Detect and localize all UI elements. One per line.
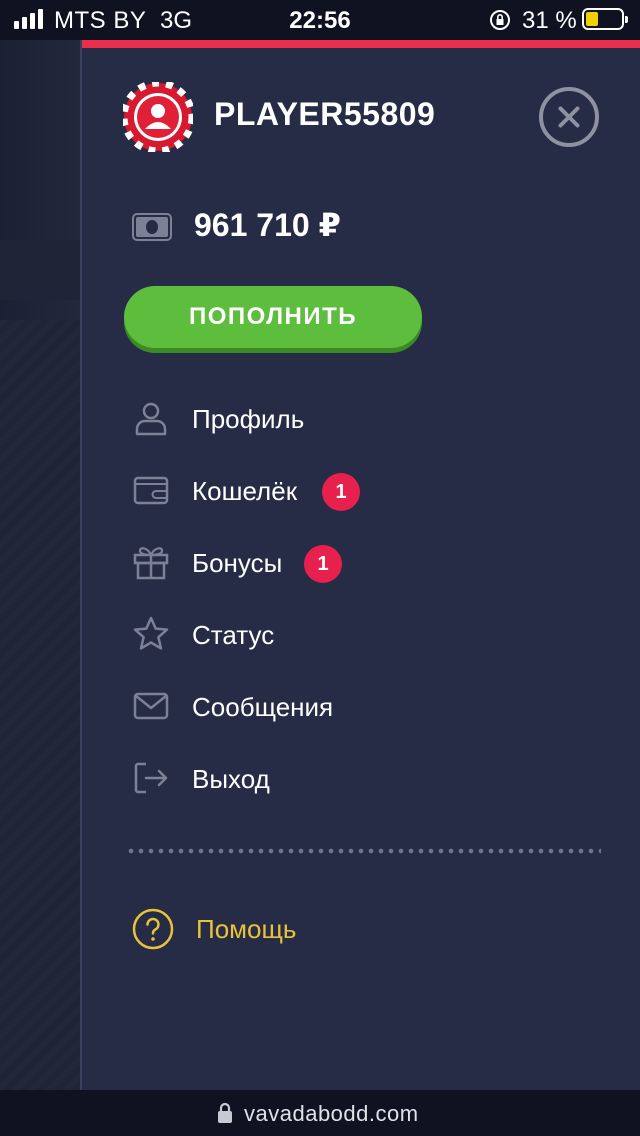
menu-item-bonuses[interactable]: Бонусы 1 bbox=[82, 532, 640, 592]
avatar bbox=[123, 82, 193, 152]
menu-item-messages[interactable]: Сообщения bbox=[82, 676, 640, 736]
star-icon bbox=[133, 616, 169, 650]
menu-item-label: Статус bbox=[192, 620, 275, 650]
deposit-button[interactable]: ПОПОЛНИТЬ bbox=[124, 286, 422, 348]
username: PLAYER55809 bbox=[214, 96, 436, 132]
gift-icon bbox=[133, 547, 169, 580]
battery-icon bbox=[582, 8, 628, 30]
help-link[interactable]: Помощь bbox=[82, 900, 640, 960]
dotted-divider bbox=[126, 848, 601, 854]
cash-icon bbox=[132, 213, 172, 241]
menu-item-label: Выход bbox=[192, 764, 270, 794]
menu-item-label: Профиль bbox=[192, 404, 305, 434]
wallet-icon bbox=[133, 476, 169, 505]
close-button[interactable] bbox=[539, 87, 599, 147]
notification-badge: 1 bbox=[304, 545, 342, 583]
battery-percentage: 31 % bbox=[522, 7, 577, 34]
menu-item-logout[interactable]: Выход bbox=[82, 748, 640, 808]
menu-item-wallet[interactable]: Кошелёк 1 bbox=[82, 460, 640, 520]
drawer-accent-bar bbox=[82, 40, 640, 48]
notification-badge: 1 bbox=[322, 473, 360, 511]
orientation-lock-icon bbox=[490, 10, 510, 30]
question-circle-icon bbox=[132, 908, 174, 950]
envelope-icon bbox=[133, 692, 169, 720]
balance-amount: 961 710 ₽ bbox=[194, 207, 341, 243]
status-bar: MTS BY 3G 22:56 31 % bbox=[0, 0, 640, 40]
lock-icon bbox=[218, 1102, 232, 1123]
url-text: vavadabodd.com bbox=[244, 1101, 419, 1126]
logout-icon bbox=[134, 762, 168, 794]
menu-item-profile[interactable]: Профиль bbox=[82, 388, 640, 448]
help-label: Помощь bbox=[196, 914, 297, 944]
user-icon bbox=[135, 402, 167, 436]
side-drawer: PLAYER55809 961 710 ₽ ПОПОЛНИТЬ Профиль … bbox=[80, 40, 640, 1090]
menu-item-label: Сообщения bbox=[192, 692, 334, 722]
browser-url-bar[interactable]: vavadabodd.com bbox=[0, 1090, 640, 1136]
menu-item-status[interactable]: Статус bbox=[82, 604, 640, 664]
menu-item-label: Бонусы bbox=[192, 548, 283, 578]
background-page[interactable] bbox=[0, 40, 80, 1120]
menu-item-label: Кошелёк bbox=[192, 476, 298, 506]
